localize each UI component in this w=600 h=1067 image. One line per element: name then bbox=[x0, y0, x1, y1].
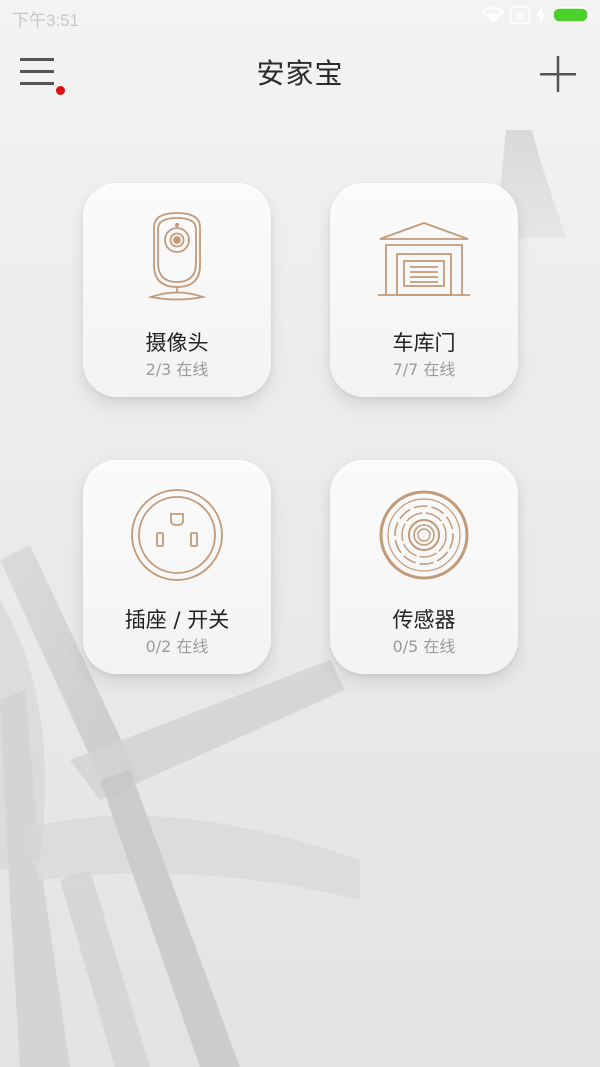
sensor-icon bbox=[374, 482, 474, 582]
add-device-button[interactable] bbox=[536, 52, 582, 96]
device-card-label: 插座 / 开关 bbox=[124, 608, 230, 632]
battery-icon bbox=[552, 6, 592, 28]
sim-card-icon bbox=[510, 6, 530, 28]
charging-icon bbox=[536, 6, 546, 28]
power-socket-icon bbox=[127, 482, 227, 582]
device-card-sensor[interactable]: 传感器 0/5 在线 bbox=[330, 460, 518, 674]
device-card-socket-switch[interactable]: 插座 / 开关 0/2 在线 bbox=[83, 460, 271, 674]
status-time: 下午3:51 bbox=[12, 11, 80, 30]
device-card-status: 7/7 在线 bbox=[392, 360, 456, 379]
device-card-status: 0/2 在线 bbox=[145, 637, 209, 656]
device-card-garage-door[interactable]: 车库门 7/7 在线 bbox=[330, 183, 518, 397]
device-card-camera[interactable]: 摄像头 2/3 在线 bbox=[83, 183, 271, 397]
page-title: 安家宝 bbox=[256, 57, 344, 90]
wifi-icon bbox=[481, 6, 505, 28]
garage-door-icon bbox=[374, 205, 474, 305]
device-card-label: 车库门 bbox=[392, 331, 456, 355]
device-card-label: 摄像头 bbox=[145, 331, 209, 355]
device-card-status: 0/5 在线 bbox=[392, 637, 456, 656]
camera-icon bbox=[127, 205, 227, 305]
plus-icon bbox=[540, 56, 576, 92]
status-icons bbox=[481, 6, 592, 28]
device-card-label: 传感器 bbox=[392, 608, 456, 632]
device-card-status: 2/3 在线 bbox=[145, 360, 209, 379]
status-bar: 下午3:51 bbox=[0, 0, 600, 34]
